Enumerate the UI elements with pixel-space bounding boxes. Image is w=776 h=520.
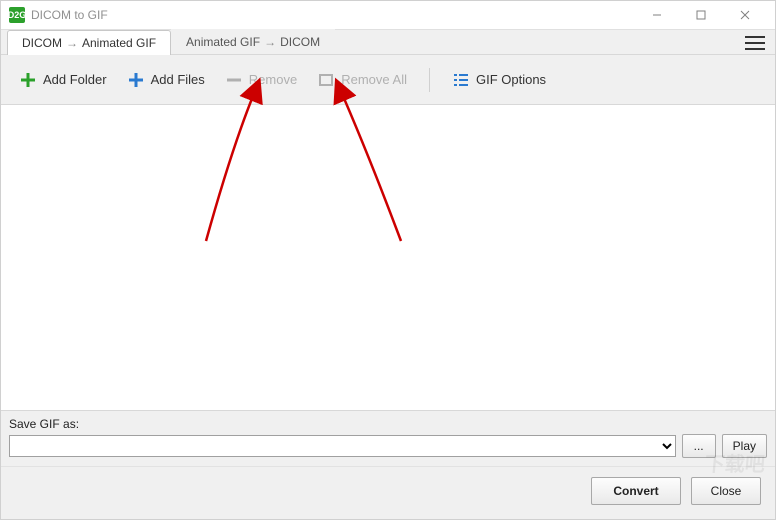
hamburger-icon [745,42,765,44]
tab-to: DICOM [280,35,320,49]
add-folder-label: Add Folder [43,72,107,87]
hamburger-icon [745,48,765,50]
tab-to: Animated GIF [82,36,156,50]
tab-from: Animated GIF [186,35,260,49]
gif-options-button[interactable]: GIF Options [444,65,554,95]
maximize-icon [696,10,706,20]
save-as-label: Save GIF as: [9,417,767,431]
remove-label: Remove [249,72,297,87]
square-icon [317,71,335,89]
close-window-button[interactable] [723,1,767,29]
window-title: DICOM to GIF [31,8,108,22]
bottom-panel: Save GIF as: ... Play Convert Close [1,410,775,519]
remove-button[interactable]: Remove [217,65,305,95]
browse-button[interactable]: ... [682,434,716,458]
play-button[interactable]: Play [722,434,767,458]
maximize-button[interactable] [679,1,723,29]
gif-options-label: GIF Options [476,72,546,87]
save-path-field[interactable] [9,435,676,457]
close-button[interactable]: Close [691,477,761,505]
toolbar: Add Folder Add Files Remove Remove All G… [1,55,775,105]
plus-icon [127,71,145,89]
plus-icon [19,71,37,89]
remove-all-label: Remove All [341,72,407,87]
tabstrip: DICOM → Animated GIF Animated GIF → DICO… [1,29,775,55]
separator [429,68,430,92]
arrow-icon: → [264,35,276,49]
tab-gif-to-dicom[interactable]: Animated GIF → DICOM [171,29,335,54]
file-list-area [1,105,775,409]
minimize-button[interactable] [635,1,679,29]
list-icon [452,71,470,89]
app-icon: D2G [9,7,25,23]
titlebar: D2G DICOM to GIF [1,1,775,29]
close-icon [740,10,750,20]
hamburger-icon [745,36,765,38]
tab-dicom-to-gif[interactable]: DICOM → Animated GIF [7,30,171,55]
minus-icon [225,71,243,89]
menu-button[interactable] [745,34,765,52]
tab-from: DICOM [22,36,62,50]
add-folder-button[interactable]: Add Folder [11,65,115,95]
arrow-icon: → [66,36,78,50]
add-files-label: Add Files [151,72,205,87]
convert-button[interactable]: Convert [591,477,681,505]
add-files-button[interactable]: Add Files [119,65,213,95]
remove-all-button[interactable]: Remove All [309,65,415,95]
minimize-icon [652,10,662,20]
